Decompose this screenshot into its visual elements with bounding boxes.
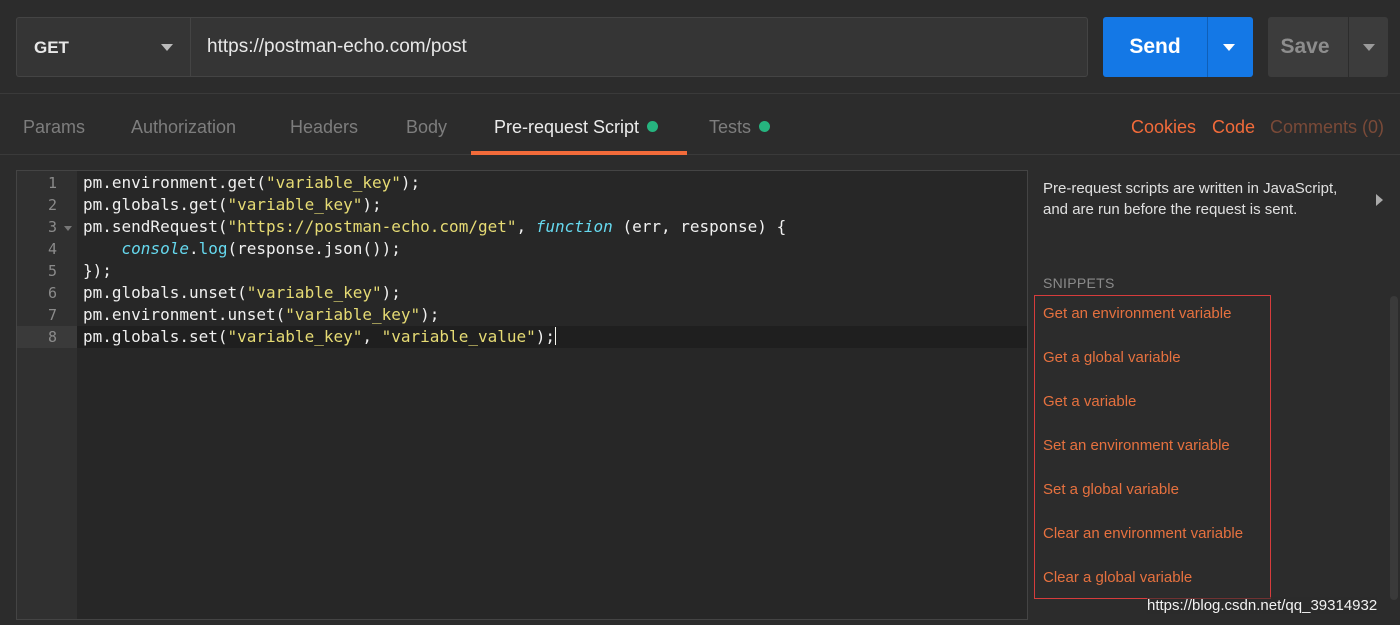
status-dot-icon [647, 121, 659, 132]
line-number: 7 [47, 306, 57, 324]
snippet-item[interactable]: Get a variable [1043, 393, 1136, 410]
line-number: 6 [47, 284, 57, 302]
code-line-1: pm.environment.get("variable_key"); [83, 173, 421, 192]
send-button[interactable]: Send [1103, 17, 1253, 77]
send-divider [1207, 17, 1208, 77]
send-label: Send [1129, 35, 1181, 58]
line-number: 8 [47, 328, 57, 346]
code-line-4: console.log(response.json()); [121, 239, 401, 258]
snippet-item[interactable]: Set a global variable [1043, 481, 1179, 498]
script-editor[interactable]: 1 2 3 4 5 6 7 8 pm.environment.get("vari… [16, 170, 1028, 620]
tab-headers[interactable]: Headers [290, 95, 358, 155]
snippet-item[interactable]: Clear a global variable [1043, 569, 1192, 586]
line-number: 3 [47, 218, 57, 236]
tab-authorization[interactable]: Authorization [131, 95, 236, 155]
snippet-item[interactable]: Get a global variable [1043, 349, 1181, 366]
url-bar: GET Send Save [0, 0, 1400, 94]
chevron-down-icon [161, 44, 173, 51]
text-cursor [555, 327, 557, 345]
status-dot-icon [759, 121, 771, 132]
code-link[interactable]: Code [1212, 95, 1255, 155]
tab-params[interactable]: Params [23, 95, 85, 155]
code-line-2: pm.globals.get("variable_key"); [83, 195, 382, 214]
active-tab-indicator [471, 151, 687, 155]
snippet-item[interactable]: Get an environment variable [1043, 305, 1231, 322]
save-divider [1348, 17, 1349, 77]
panel-description: Pre-request scripts are written in JavaS… [1043, 180, 1338, 218]
save-label: Save [1280, 35, 1330, 58]
code-line-8: pm.globals.set("variable_key", "variable… [83, 327, 557, 346]
code-line-7: pm.environment.unset("variable_key"); [83, 305, 440, 324]
save-button[interactable]: Save [1268, 17, 1388, 77]
url-input[interactable] [190, 17, 1088, 77]
watermark: https://blog.csdn.net/qq_39314932 [1147, 597, 1378, 614]
request-tabs: Params Authorization Headers Body Pre-re… [0, 95, 1400, 155]
line-number: 2 [47, 196, 57, 214]
line-number: 5 [47, 262, 57, 280]
tab-label: Pre-request Script [494, 117, 640, 137]
snippet-item[interactable]: Clear an environment variable [1043, 525, 1243, 542]
tab-tests[interactable]: Tests [709, 95, 771, 155]
code-line-6: pm.globals.unset("variable_key"); [83, 283, 401, 302]
snippets-heading: SNIPPETS [1043, 275, 1115, 291]
cookies-link[interactable]: Cookies [1131, 95, 1196, 155]
method-label: GET [34, 38, 69, 57]
method-select[interactable]: GET [16, 17, 191, 77]
save-options-chevron-down-icon[interactable] [1363, 44, 1375, 51]
panel-scrollbar[interactable] [1390, 296, 1398, 600]
snippets-panel: Pre-request scripts are written in JavaS… [1029, 156, 1400, 625]
tab-pre-request-script[interactable]: Pre-request Script [494, 95, 659, 155]
send-options-chevron-down-icon[interactable] [1223, 44, 1235, 51]
line-number: 4 [47, 240, 57, 258]
comments-link[interactable]: Comments (0) [1270, 95, 1384, 155]
line-number: 1 [47, 174, 57, 192]
code-line-5: }); [83, 261, 112, 280]
tab-body[interactable]: Body [406, 95, 447, 155]
fold-chevron-down-icon[interactable] [64, 226, 72, 231]
tab-label: Tests [709, 117, 752, 137]
code-line-3: pm.sendRequest("https://postman-echo.com… [83, 217, 787, 236]
collapse-panel-chevron-right-icon[interactable] [1376, 194, 1383, 206]
snippet-item[interactable]: Set an environment variable [1043, 437, 1230, 454]
